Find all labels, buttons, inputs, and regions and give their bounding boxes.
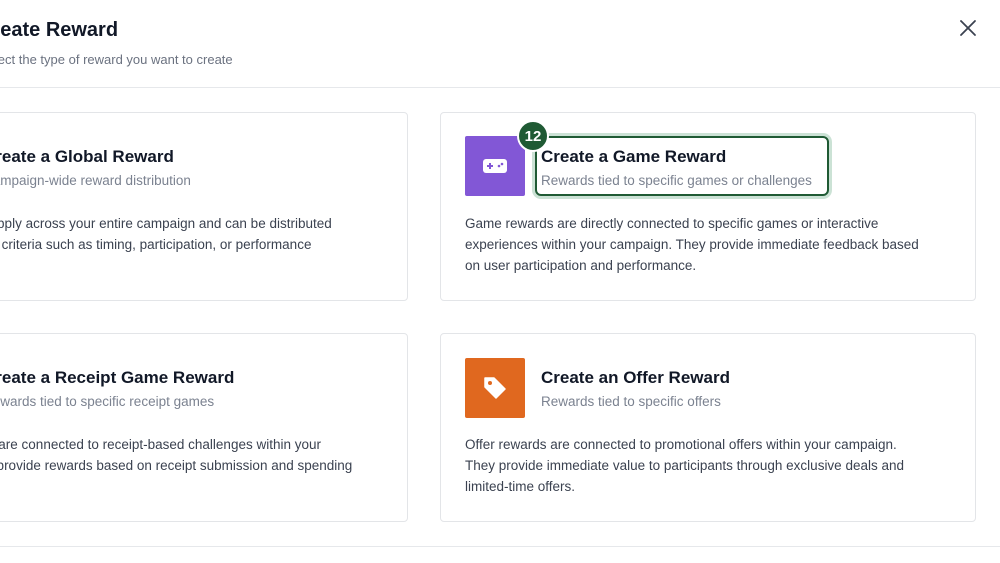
modal-header: Create Reward Select the type of reward … [0,0,1000,88]
game-reward-desc-line: Game rewards are directly connected to s… [465,216,879,231]
receipt-reward-desc-line: campaign. They provide rewards based on … [0,458,353,473]
tag-icon [484,377,506,399]
offer-reward-icon-tile [465,358,525,418]
global-reward-title: Create a Global Reward [0,147,174,166]
footer-divider [0,546,1000,547]
step-number-badge: 12 [517,120,549,152]
offer-reward-title: Create an Offer Reward [541,368,730,387]
game-reward-desc-line: experiences within your campaign. They p… [465,237,919,252]
receipt-reward-title: Create a Receipt Game Reward [0,368,235,387]
game-reward-description: Game rewards are directly connected to s… [465,213,965,276]
offer-reward-description: Offer rewards are connected to promotion… [465,434,965,497]
offer-reward-card[interactable]: Create an Offer Reward Rewards tied to s… [440,333,976,522]
game-reward-desc-line: on user participation and performance. [465,258,697,273]
modal-title: Create Reward [0,19,119,41]
global-reward-card[interactable]: Create a Global Reward Campaign-wide rew… [0,112,408,301]
offer-reward-desc-line: Offer rewards are connected to promotion… [465,437,897,452]
highlight-box [535,136,829,196]
modal-subtitle: Select the type of reward you want to cr… [0,52,233,67]
global-reward-desc-line: Global rewards apply across your entire … [0,216,332,231]
create-reward-modal: Create Reward Select the type of reward … [0,0,1000,563]
offer-reward-desc-line: limited-time offers. [465,479,576,494]
game-reward-icon-tile [465,136,525,196]
close-button[interactable] [956,16,980,40]
close-icon [960,20,976,36]
gamepad-icon [483,159,507,173]
global-reward-subtitle: Campaign-wide reward distribution [0,173,191,188]
receipt-reward-desc-line: Receipt rewards are connected to receipt… [0,437,321,452]
global-reward-desc-line: based on various criteria such as timing… [0,237,312,252]
receipt-game-reward-card[interactable]: Create a Receipt Game Reward Rewards tie… [0,333,408,522]
receipt-reward-subtitle: Rewards tied to specific receipt games [0,394,215,409]
global-reward-description: Global rewards apply across your entire … [0,213,415,255]
offer-reward-subtitle: Rewards tied to specific offers [541,394,721,409]
offer-reward-desc-line: They provide immediate value to particip… [465,458,904,473]
receipt-reward-description: Receipt rewards are connected to receipt… [0,434,417,476]
